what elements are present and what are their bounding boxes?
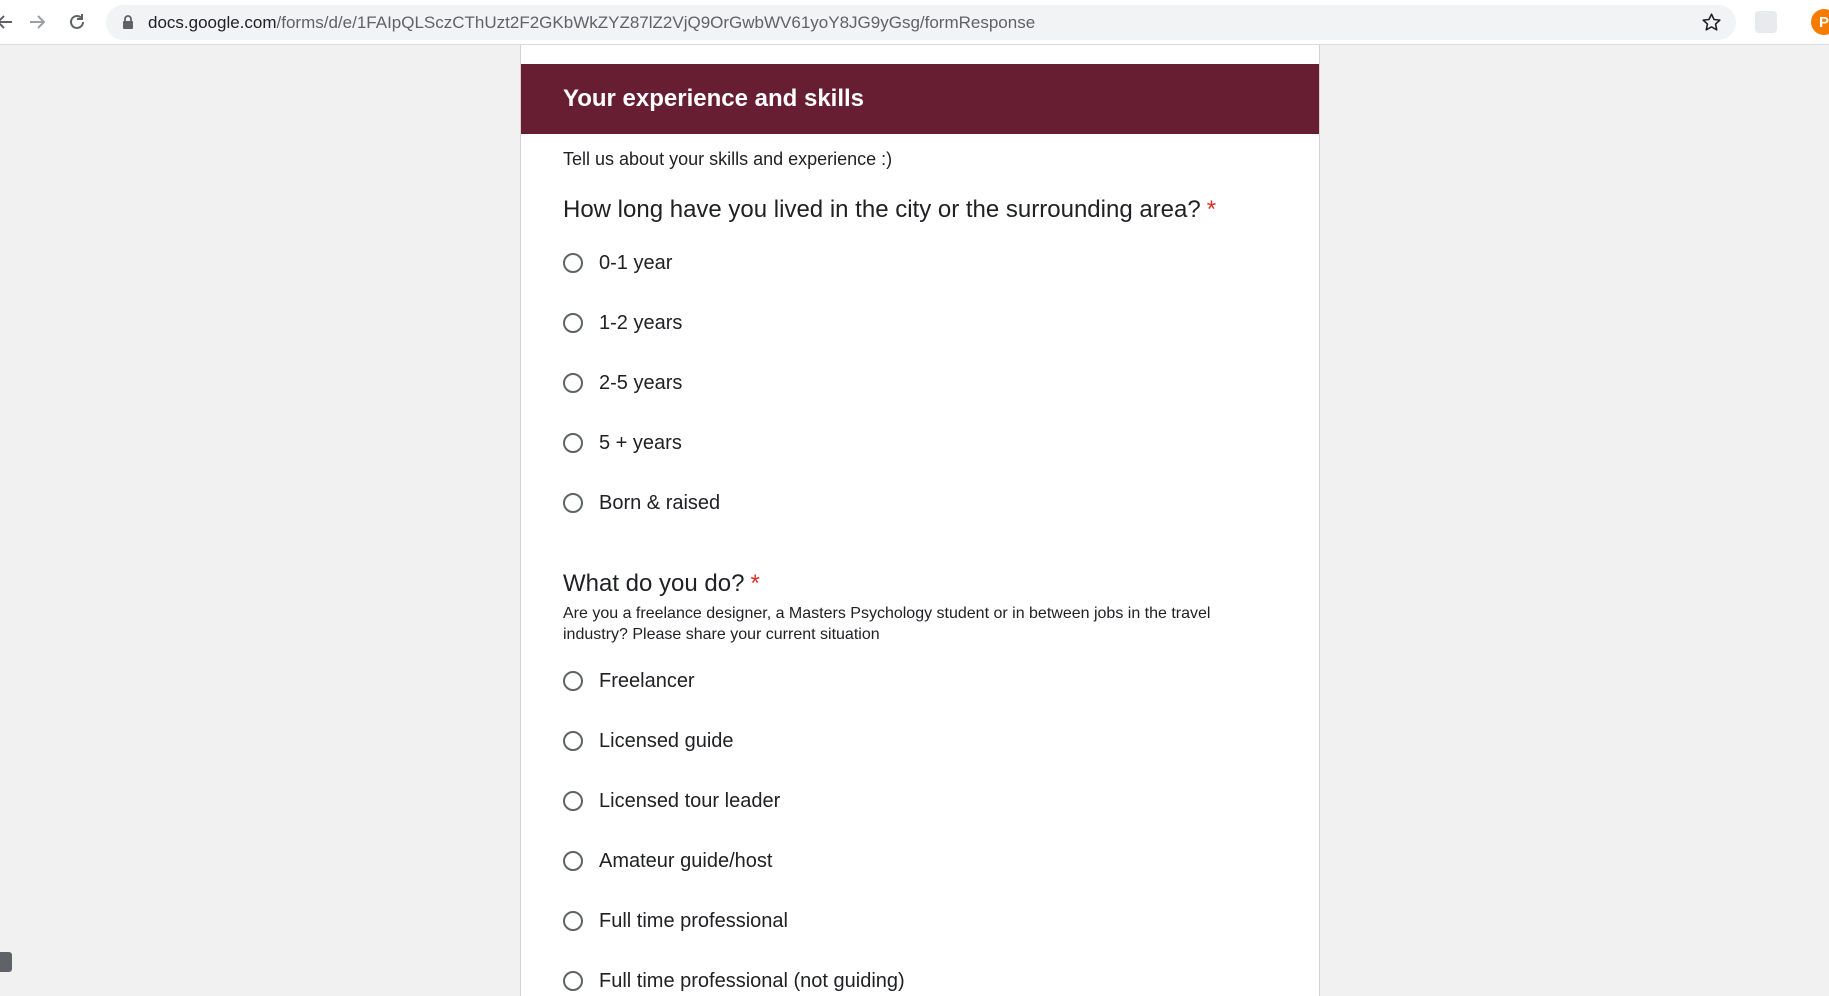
option-label: 0-1 year — [599, 251, 673, 274]
question-help-text: Are you a freelance designer, a Masters … — [563, 605, 1211, 643]
avatar[interactable]: P — [1811, 9, 1829, 35]
browser-toolbar: docs.google.com/forms/d/e/1FAIpQLSczCThU… — [0, 0, 1829, 45]
radio-option[interactable]: 5 + years — [563, 428, 682, 458]
question-text: How long have you lived in the city or t… — [563, 196, 1201, 223]
radio-option[interactable]: 1-2 years — [563, 308, 682, 338]
option-label: Full time professional (not guiding) — [599, 969, 905, 992]
reload-icon[interactable] — [64, 9, 90, 35]
option-label: Full time professional — [599, 909, 788, 932]
radio-button[interactable] — [563, 253, 583, 273]
radio-button[interactable] — [563, 373, 583, 393]
radio-button[interactable] — [563, 671, 583, 691]
section-description: Tell us about your skills and experience… — [563, 149, 893, 169]
question-text: What do you do? — [563, 570, 745, 597]
back-arrow-icon[interactable] — [0, 9, 18, 35]
radio-option[interactable]: Licensed tour leader — [563, 786, 780, 816]
radio-option[interactable]: 2-5 years — [563, 368, 682, 398]
option-label: 5 + years — [599, 431, 682, 454]
radio-button[interactable] — [563, 791, 583, 811]
option-label: Licensed guide — [599, 729, 734, 752]
option-label: Freelancer — [599, 669, 695, 692]
question-title: What do you do? * — [563, 570, 760, 598]
star-icon[interactable] — [1701, 12, 1722, 38]
radio-button[interactable] — [563, 971, 583, 991]
section-title: Your experience and skills — [563, 85, 865, 112]
url-host: docs.google.com — [148, 13, 277, 32]
required-mark: * — [750, 570, 760, 597]
url-text: docs.google.com/forms/d/e/1FAIpQLSczCThU… — [148, 5, 1035, 40]
option-label: 1-2 years — [599, 311, 683, 334]
radio-button[interactable] — [563, 313, 583, 333]
radio-button[interactable] — [563, 851, 583, 871]
radio-button[interactable] — [563, 911, 583, 931]
radio-option[interactable]: Born & raised — [563, 488, 720, 518]
side-panel-handle[interactable] — [0, 952, 12, 972]
extension-icon[interactable] — [1755, 11, 1777, 33]
address-bar[interactable]: docs.google.com/forms/d/e/1FAIpQLSczCThU… — [106, 5, 1736, 40]
radio-option[interactable]: Full time professional (not guiding) — [563, 966, 905, 996]
url-path: /forms/d/e/1FAIpQLSczCThUzt2F2GKbWkZYZ87… — [276, 13, 1036, 32]
lock-icon — [122, 15, 134, 35]
option-label: Amateur guide/host — [599, 849, 773, 872]
radio-option[interactable]: Freelancer — [563, 666, 695, 696]
radio-option[interactable]: 0-1 year — [563, 248, 672, 278]
radio-option[interactable]: Full time professional — [563, 906, 788, 936]
option-label: 2-5 years — [599, 371, 683, 394]
required-mark: * — [1206, 196, 1217, 223]
radio-button[interactable] — [563, 731, 583, 751]
radio-option[interactable]: Licensed guide — [563, 726, 734, 756]
form-card: Your experience and skills Tell us about… — [520, 45, 1320, 996]
question-title: How long have you lived in the city or t… — [563, 196, 1216, 224]
radio-button[interactable] — [563, 493, 583, 513]
forward-arrow-icon[interactable] — [24, 9, 50, 35]
option-label: Born & raised — [599, 491, 721, 514]
radio-button[interactable] — [563, 433, 583, 453]
radio-option[interactable]: Amateur guide/host — [563, 846, 772, 876]
option-label: Licensed tour leader — [599, 789, 781, 812]
section-header: Your experience and skills — [521, 64, 1319, 134]
